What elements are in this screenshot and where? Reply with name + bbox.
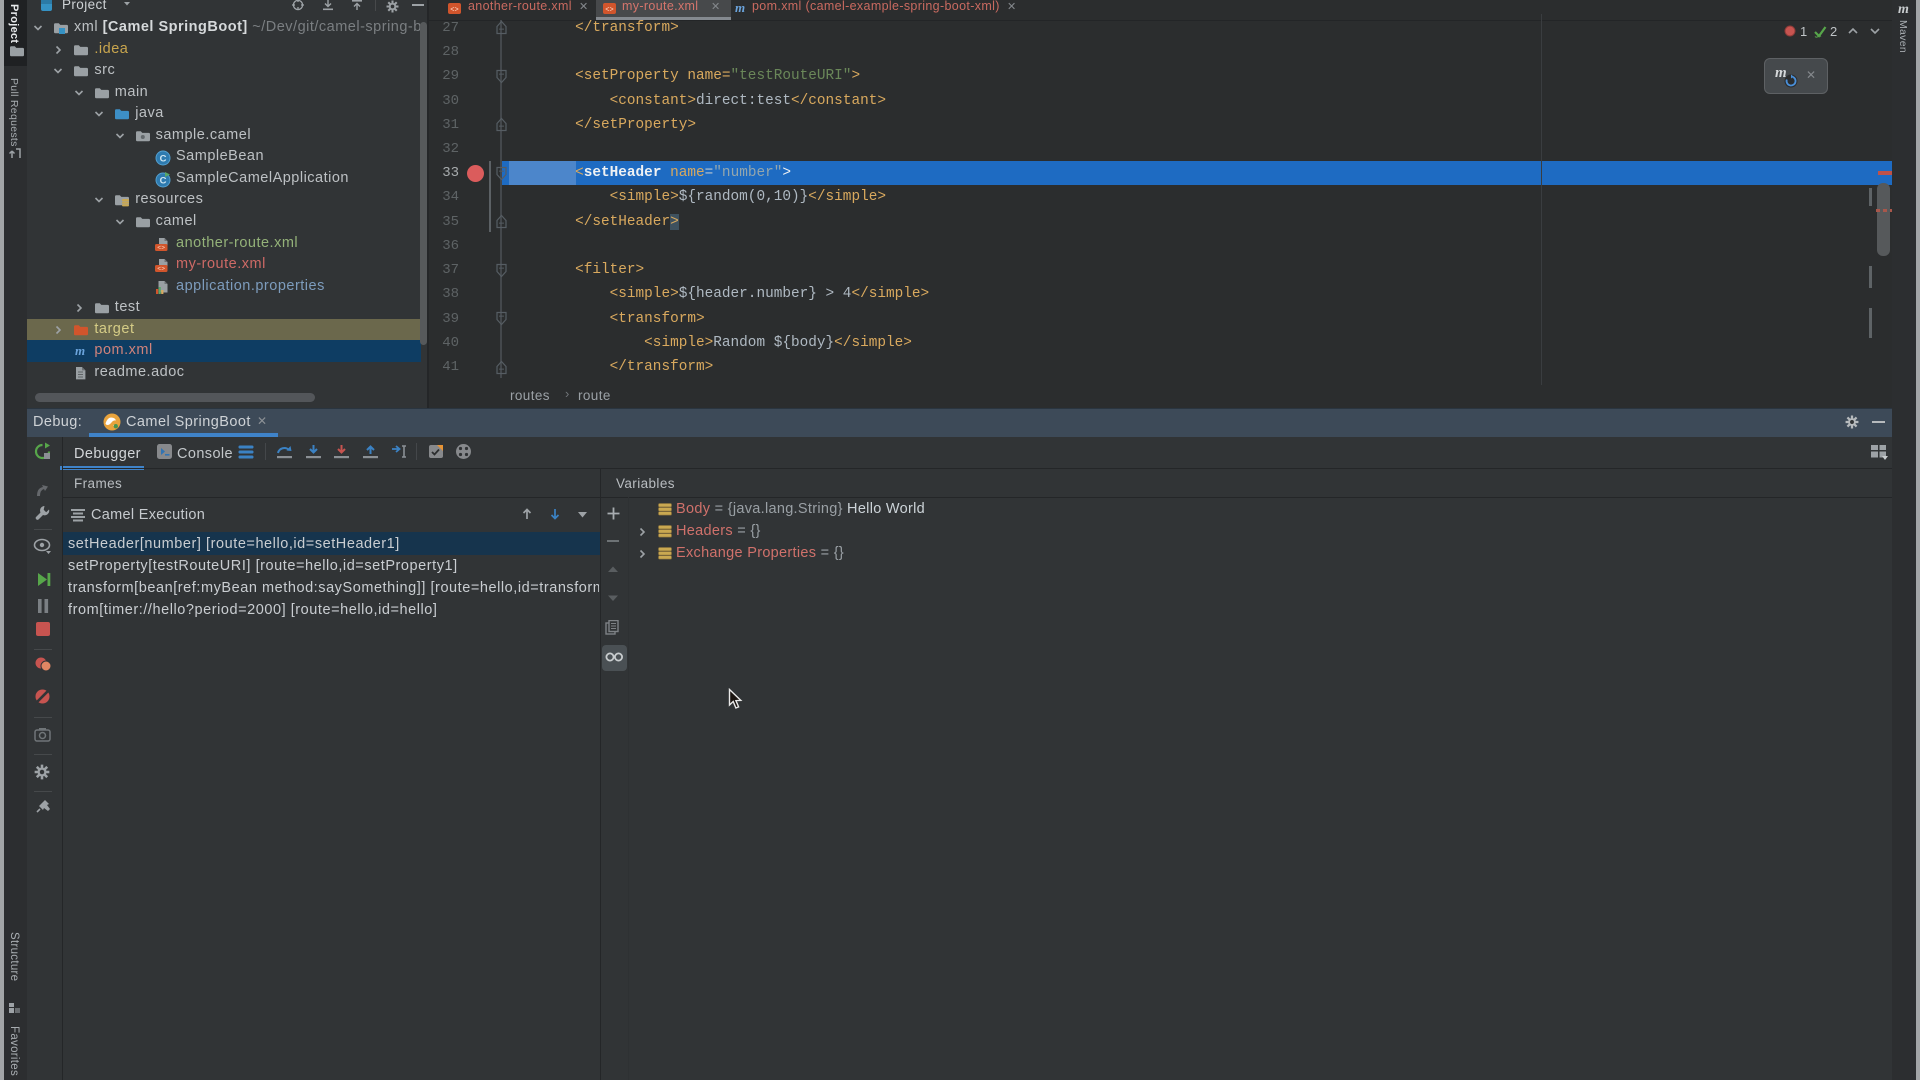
svg-text:m: m bbox=[1898, 2, 1909, 16]
svg-text:C: C bbox=[160, 175, 167, 186]
svg-text:C: C bbox=[160, 154, 167, 165]
svg-text:m: m bbox=[735, 0, 745, 15]
svg-text:m: m bbox=[75, 344, 85, 358]
svg-text:<>: <> bbox=[157, 244, 165, 251]
svg-text:<>: <> bbox=[605, 7, 613, 15]
svg-text:<>: <> bbox=[450, 7, 458, 15]
svg-text:<>: <> bbox=[157, 266, 165, 273]
